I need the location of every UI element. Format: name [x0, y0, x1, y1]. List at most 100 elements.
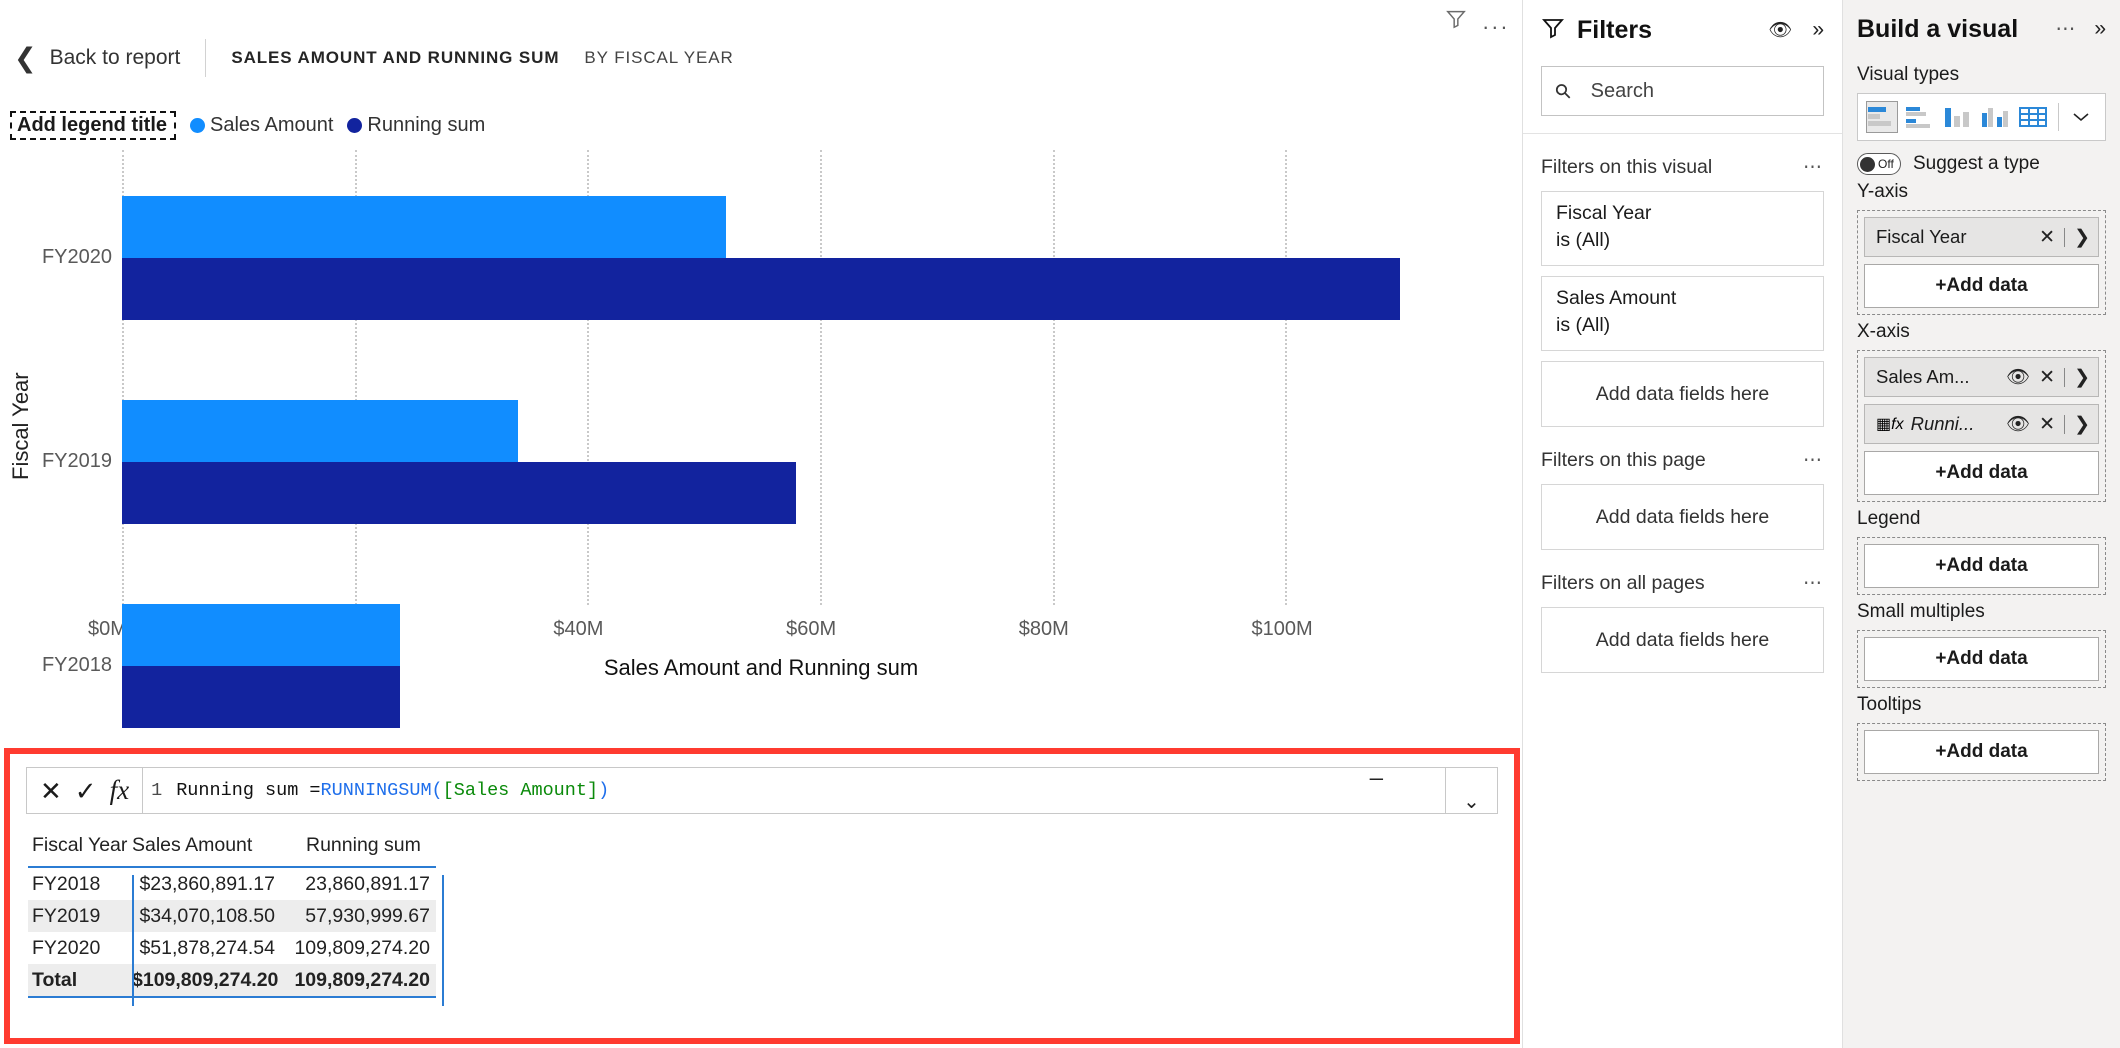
- filter-drop-zone[interactable]: Add data fields here: [1541, 607, 1824, 673]
- chevron-down-icon[interactable]: [2065, 101, 2097, 133]
- stacked-column-chart-icon[interactable]: [1942, 101, 1974, 133]
- dax-formula-editor: ✕ ✓ fx 1 Running sum = RUNNINGSUM( [Sale…: [4, 748, 1520, 1044]
- hide-pane-eye-icon[interactable]: 👁: [1768, 18, 1792, 42]
- visual-title-bar: ❮ Back to report SALES AMOUNT AND RUNNIN…: [14, 38, 734, 78]
- legend-label: Sales Amount: [210, 114, 333, 137]
- legend-swatch-icon: [347, 118, 362, 133]
- suggest-a-type-row[interactable]: Off Suggest a type: [1857, 153, 2120, 175]
- legend-item-running-sum[interactable]: Running sum: [347, 114, 485, 137]
- back-chevron-icon[interactable]: ❮: [14, 45, 37, 72]
- toggle-state-label: Off: [1878, 157, 1894, 171]
- filter-field-name: Fiscal Year: [1556, 202, 1809, 225]
- filters-sections: Filters on this visual⋯Fiscal Yearis (Al…: [1541, 156, 1824, 673]
- formula-bar: ✕ ✓ fx 1 Running sum = RUNNINGSUM( [Sale…: [26, 767, 1498, 814]
- suggest-type-label: Suggest a type: [1913, 153, 2040, 175]
- table-cell: $51,878,274.54: [132, 937, 284, 960]
- divider: [2064, 368, 2065, 387]
- field-chip[interactable]: Sales Am...👁✕❯: [1864, 357, 2099, 397]
- page-subtitle: BY FISCAL YEAR: [584, 48, 733, 68]
- filter-section-more-icon[interactable]: ⋯: [1803, 457, 1824, 465]
- table-header-row: Fiscal Year Sales Amount Running sum: [28, 834, 436, 866]
- formula-input[interactable]: 1 Running sum = RUNNINGSUM( [Sales Amoun…: [143, 767, 1446, 814]
- remove-field-icon[interactable]: ✕: [2039, 226, 2055, 249]
- visual-types-label: Visual types: [1857, 64, 2120, 86]
- table-column-divider: [132, 875, 134, 1006]
- field-well-label: Tooltips: [1857, 694, 2120, 716]
- filter-section-more-icon[interactable]: ⋯: [1803, 580, 1824, 588]
- filter-section-title: Filters on all pages: [1541, 572, 1705, 595]
- add-legend-title-placeholder[interactable]: Add legend title: [10, 111, 176, 140]
- filters-search-box[interactable]: ⚲ Search: [1541, 66, 1824, 116]
- collapse-formula-icon[interactable]: —: [1370, 776, 1383, 785]
- table-row[interactable]: FY2019$34,070,108.5057,930,999.67: [28, 900, 436, 932]
- chevron-down-icon: ⌄: [1463, 795, 1480, 809]
- filter-condition: is (All): [1556, 314, 1809, 337]
- filter-card[interactable]: Fiscal Yearis (All): [1541, 191, 1824, 266]
- hide-field-eye-icon[interactable]: 👁: [2006, 412, 2030, 436]
- gridline: [1053, 150, 1055, 605]
- bar-running-sum[interactable]: [122, 258, 1400, 320]
- column-header: Sales Amount: [132, 834, 284, 857]
- field-well[interactable]: +Add data: [1857, 537, 2106, 595]
- x-axis-tick-label: $40M: [553, 618, 603, 641]
- build-visual-pane: Build a visual ⋯ » Visual types: [1842, 0, 2120, 1048]
- filter-drop-zone[interactable]: Add data fields here: [1541, 484, 1824, 550]
- cancel-formula-icon[interactable]: ✕: [40, 778, 62, 804]
- collapse-build-pane-icon[interactable]: »: [2094, 17, 2106, 41]
- filter-section-header: Filters on this page⋯: [1541, 449, 1824, 472]
- table-row[interactable]: FY2020$51,878,274.54109,809,274.20: [28, 932, 436, 964]
- search-input[interactable]: Search: [1591, 80, 1654, 103]
- filters-pane-header: Filters 👁 »: [1523, 0, 1842, 60]
- field-options-chevron-icon[interactable]: ❯: [2074, 413, 2090, 436]
- bar-sales-amount[interactable]: [122, 196, 726, 258]
- measure-fx-icon: ▦fx: [1876, 414, 1904, 434]
- add-data-button[interactable]: +Add data: [1864, 637, 2099, 681]
- table-cell: 23,860,891.17: [284, 873, 436, 896]
- field-options-chevron-icon[interactable]: ❯: [2074, 226, 2090, 249]
- filter-section-header: Filters on this visual⋯: [1541, 156, 1824, 179]
- legend-label: Running sum: [367, 114, 485, 137]
- field-well[interactable]: Fiscal Year✕❯+Add data: [1857, 210, 2106, 315]
- field-chip[interactable]: Fiscal Year✕❯: [1864, 217, 2099, 257]
- add-data-button[interactable]: +Add data: [1864, 451, 2099, 495]
- table-row[interactable]: FY2018$23,860,891.1723,860,891.17: [28, 868, 436, 900]
- filter-funnel-icon: [1541, 16, 1565, 45]
- fx-icon[interactable]: fx: [110, 775, 130, 806]
- bar-running-sum[interactable]: [122, 462, 796, 524]
- accept-formula-icon[interactable]: ✓: [75, 778, 97, 804]
- add-data-button[interactable]: +Add data: [1864, 730, 2099, 774]
- stacked-bar-chart-icon[interactable]: [1866, 101, 1898, 133]
- field-well[interactable]: +Add data: [1857, 723, 2106, 781]
- field-well[interactable]: Sales Am...👁✕❯▦fxRunni...👁✕❯+Add data: [1857, 350, 2106, 502]
- header-divider: [205, 39, 206, 77]
- collapse-pane-icon[interactable]: »: [1812, 18, 1824, 42]
- gridline: [1285, 150, 1287, 605]
- filter-card[interactable]: Sales Amountis (All): [1541, 276, 1824, 351]
- divider: [2064, 228, 2065, 247]
- field-chip[interactable]: ▦fxRunni...👁✕❯: [1864, 404, 2099, 444]
- filter-funnel-icon[interactable]: [1445, 8, 1467, 35]
- filter-section-more-icon[interactable]: ⋯: [1803, 164, 1824, 172]
- divider: [2064, 415, 2065, 434]
- clustered-bar-chart-icon[interactable]: [1904, 101, 1936, 133]
- visual-more-options-icon[interactable]: ...: [1483, 17, 1510, 27]
- suggest-type-toggle[interactable]: Off: [1857, 153, 1901, 175]
- remove-field-icon[interactable]: ✕: [2039, 366, 2055, 389]
- clustered-column-chart-icon[interactable]: [1979, 101, 2011, 133]
- divider: [2058, 103, 2059, 131]
- build-more-options-icon[interactable]: ⋯: [2055, 24, 2078, 34]
- bar-sales-amount[interactable]: [122, 400, 518, 462]
- table-icon[interactable]: [2017, 101, 2049, 133]
- x-axis-title: Sales Amount and Running sum: [0, 655, 1522, 681]
- legend-item-sales-amount[interactable]: Sales Amount: [190, 114, 333, 137]
- filters-pane: Filters 👁 » ⚲ Search Filters on this vis…: [1522, 0, 1842, 1048]
- field-well[interactable]: +Add data: [1857, 630, 2106, 688]
- remove-field-icon[interactable]: ✕: [2039, 413, 2055, 436]
- add-data-button[interactable]: +Add data: [1864, 544, 2099, 588]
- add-data-button[interactable]: +Add data: [1864, 264, 2099, 308]
- back-to-report-link[interactable]: Back to report: [50, 46, 181, 70]
- filter-drop-zone[interactable]: Add data fields here: [1541, 361, 1824, 427]
- expand-formula-bar-button[interactable]: ⌄: [1446, 767, 1498, 814]
- hide-field-eye-icon[interactable]: 👁: [2006, 365, 2030, 389]
- field-options-chevron-icon[interactable]: ❯: [2074, 366, 2090, 389]
